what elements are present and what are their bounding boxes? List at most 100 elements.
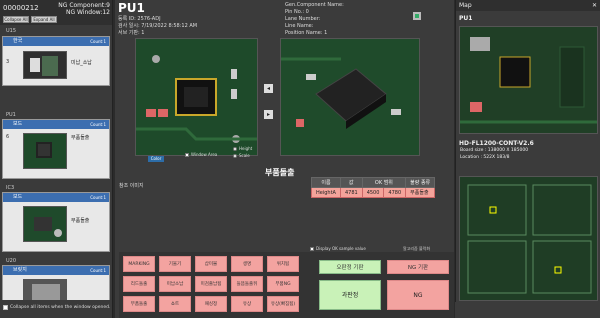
card-thumbnail[interactable] (23, 206, 67, 242)
card-header: 보드 Count:1 (3, 193, 109, 202)
ng-button[interactable]: NG (387, 280, 449, 310)
collapse-on-open-option[interactable]: Collapse all items when the window opene… (3, 305, 110, 310)
thumbnail-image (24, 134, 66, 168)
card-number: 6 (6, 134, 10, 140)
card-header: 브릿지 Count:1 (3, 266, 109, 275)
collapse-all-button[interactable]: Collapse All (3, 16, 29, 23)
close-icon[interactable]: ✕ (592, 0, 597, 11)
window-area-option[interactable]: Window Area (185, 152, 217, 157)
next-image-button[interactable]: ▸ (264, 110, 273, 119)
thumbnail-image (24, 207, 66, 241)
height-option[interactable]: Height (233, 146, 252, 151)
color-toggle[interactable]: Color (148, 156, 164, 162)
ng-card[interactable]: 한국 Count:1 3 미납_소납 (2, 36, 110, 86)
gen-line: Lane Number: (285, 16, 321, 22)
defect-button[interactable]: 쇼트 (159, 296, 191, 312)
card-label: 부품돌출 (71, 135, 90, 141)
defect-button[interactable]: 리드돌출 (123, 276, 155, 292)
inspection-image-right[interactable] (280, 38, 420, 156)
ng-list-header: 00000212 NG Component:9 NG Window:12 Col… (0, 0, 112, 25)
defect-button[interactable]: MARKING (123, 256, 155, 272)
prev-image-button[interactable]: ◂ (264, 84, 273, 93)
thumbnail-image (24, 280, 66, 300)
defect-button[interactable]: 부품NG (267, 276, 299, 292)
card-header: 한국 Count:1 (3, 37, 109, 46)
gen-line: Pin No.: 0 (285, 9, 309, 15)
ng-list-panel: 00000212 NG Component:9 NG Window:12 Col… (0, 0, 113, 318)
table-row[interactable]: HeightA 4781 4500 4780 부품돌출 (311, 187, 436, 198)
component-map-image[interactable] (459, 26, 598, 134)
card-thumbnail[interactable] (23, 51, 67, 79)
overkill-button[interactable]: 과판정 (319, 280, 381, 310)
ng-card[interactable]: 브릿지 Count:1 (2, 265, 110, 300)
defect-button[interactable]: 미검출납됨 (195, 276, 227, 292)
expand-all-button[interactable]: Expand All (31, 16, 57, 23)
card-count: Count:1 (90, 268, 106, 273)
card-title: 보드 (13, 194, 23, 200)
table-header: OK 범위 (361, 177, 407, 188)
ng-card[interactable]: 보드 Count:1 부품돌출 (2, 192, 110, 252)
measurement-table: 이름 값 OK 범위 불량 종류 HeightA 4781 4500 4780 … (311, 177, 436, 198)
display-ok-option[interactable]: Display OK sample value (310, 246, 366, 251)
board-size: Board size : 138000 X 185000 (460, 148, 529, 153)
gen-line: Gen.Component Name: (285, 2, 344, 8)
window-area-checkbox[interactable] (185, 152, 189, 157)
card-count: Count:1 (90, 122, 106, 127)
board-name: HD-FL1200-CONT-V2.6 (459, 140, 534, 147)
defect-button[interactable]: 기울기 (159, 256, 191, 272)
height-radio[interactable] (233, 146, 237, 151)
ok-reference-button[interactable]: 오판정 기판 (319, 260, 381, 274)
defect-type-title: 부품돌출 (265, 168, 295, 177)
map-header: Map ✕ (456, 0, 600, 11)
card-count: Count:1 (90, 39, 106, 44)
card-section-label: PU1 (6, 112, 16, 118)
card-label: 부품돌출 (71, 218, 90, 224)
thumbnail-image (24, 52, 66, 78)
defect-button[interactable]: 패싱정 (195, 296, 227, 312)
ng-component-count: NG Component:9 (58, 2, 110, 9)
card-thumbnail[interactable] (23, 279, 67, 300)
display-ok-checkbox[interactable] (310, 246, 314, 251)
map-footer (455, 302, 600, 318)
defect-button[interactable]: 들뜸돌출뒤 (231, 276, 263, 292)
table-cell: 부품돌출 (405, 187, 436, 198)
settings-icon[interactable] (413, 12, 421, 20)
defect-button[interactable]: 미납소납 (159, 276, 191, 292)
defect-button[interactable]: 유상 (231, 296, 263, 312)
defect-button[interactable]: 유상(빠짐됨) (267, 296, 299, 312)
scale-radio[interactable] (233, 153, 237, 158)
gen-line: Position Name: 1 (285, 30, 328, 36)
inspection-image-left[interactable] (135, 38, 258, 156)
defect-button[interactable]: 삽미불 (195, 256, 227, 272)
pcb-3d-image (281, 39, 419, 155)
board-map-image[interactable] (459, 176, 598, 301)
ng-window-count: NG Window:12 (65, 9, 110, 16)
ng-reference-button[interactable]: NG 기판 (387, 260, 449, 274)
defect-button[interactable]: 부품돌출 (123, 296, 155, 312)
scale-label: Scale (239, 153, 250, 158)
board-image (460, 177, 597, 300)
collapse-on-open-label: Collapse all items when the window opene… (10, 305, 111, 310)
judgement-buttons: MARKING 기울기 삽미불 생명 위치됨 리드돌출 미납소납 미검출납됨 들… (119, 252, 454, 318)
inspection-window: 00000212 NG Component:9 NG Window:12 Col… (0, 0, 600, 318)
defect-button[interactable]: 위치됨 (267, 256, 299, 272)
table-cell: 4500 (361, 187, 385, 198)
table-header: 이름 (311, 177, 341, 188)
map-component-name: PU1 (459, 15, 473, 22)
defect-button[interactable]: 생명 (231, 256, 263, 272)
map-title: Map (459, 2, 472, 9)
pcb-map-image (460, 27, 597, 133)
ng-card[interactable]: 보드 Count:1 6 부품돌출 (2, 119, 110, 179)
meta-line: 등록 ID: 2576-ADJ (118, 16, 161, 22)
table-header: 값 (339, 177, 363, 188)
card-section-label: IC3 (6, 185, 15, 191)
collapse-on-open-checkbox[interactable] (3, 305, 8, 310)
table-cell: 4780 (383, 187, 407, 198)
display-ok-label: Display OK sample value (316, 246, 366, 251)
meta-line: 검사 일시: 7/19/2022 8:58:12 AM (118, 23, 198, 29)
card-title: 보드 (13, 121, 23, 127)
scale-option[interactable]: Scale (233, 153, 250, 158)
card-title: 브릿지 (13, 267, 27, 273)
card-count: Count:1 (90, 195, 106, 200)
card-thumbnail[interactable] (23, 133, 67, 169)
